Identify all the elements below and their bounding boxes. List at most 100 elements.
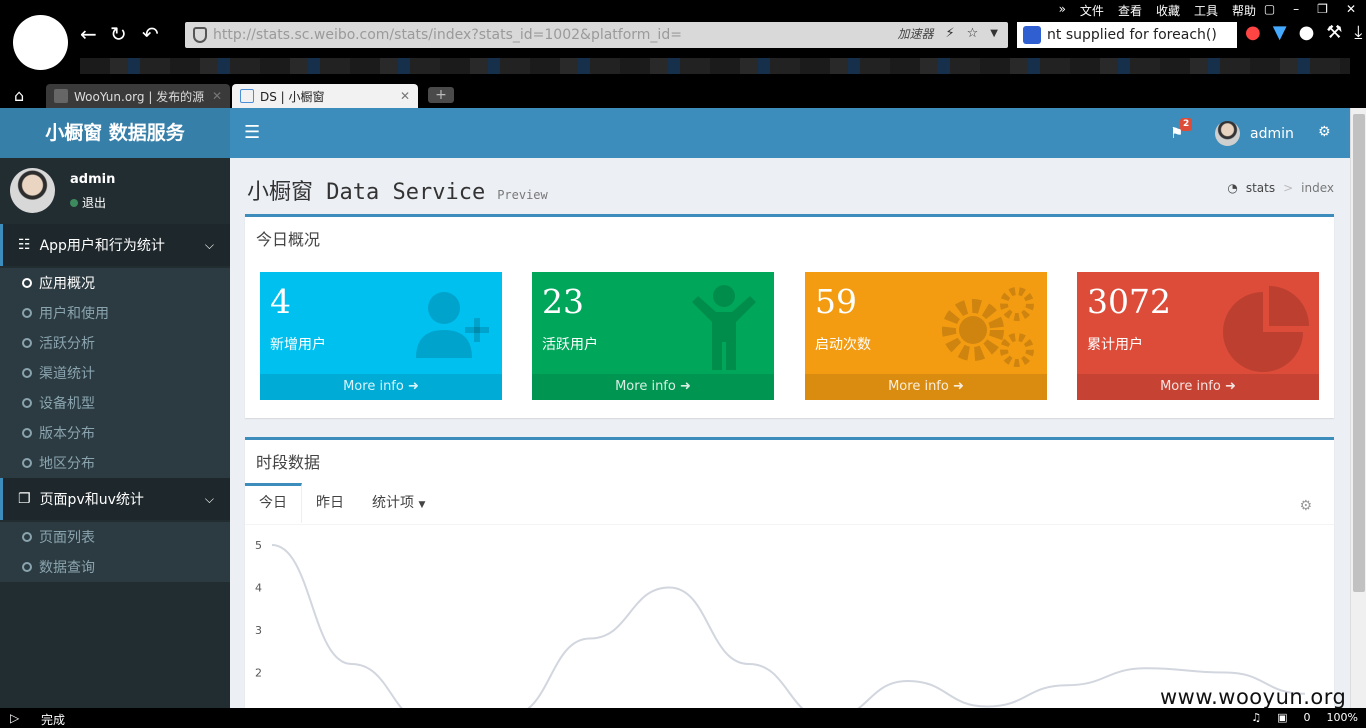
- browser-tab-active[interactable]: DS | 小橱窗 ✕: [232, 84, 418, 108]
- chart-svg: 5 4 3 2: [255, 539, 1306, 708]
- restore-icon[interactable]: ❐: [1317, 2, 1328, 16]
- sidebar-item-page-list[interactable]: 页面列表: [0, 522, 230, 552]
- sidebar-toggle-icon[interactable]: ☰: [244, 122, 260, 143]
- breadcrumb-current: index: [1301, 181, 1334, 195]
- stat-label: 新增用户: [270, 337, 326, 353]
- more-info-link[interactable]: More info ➜: [260, 374, 502, 400]
- close-icon[interactable]: ✕: [1346, 2, 1356, 16]
- sidebar: admin 退出 ☷ App用户和行为统计 ⌵ 应用概况 用户和使用 活跃分析 …: [0, 158, 230, 708]
- user-menu[interactable]: admin: [1215, 121, 1294, 146]
- status-bar-right: ♫ ▣ 0 100%: [1251, 711, 1358, 724]
- accelerator-label[interactable]: 加速器: [897, 25, 933, 42]
- sidebar-item-overview[interactable]: 应用概况: [0, 268, 230, 298]
- sidebar-section-label: 页面pv和uv统计: [39, 492, 144, 508]
- search-input-text: nt supplied for foreach(): [1047, 27, 1217, 43]
- search-engine-icon[interactable]: [1023, 26, 1041, 44]
- tools-icon[interactable]: ⚒: [1326, 22, 1342, 43]
- pie-chart-icon: [1223, 286, 1309, 372]
- menu-tools[interactable]: 工具: [1194, 2, 1218, 19]
- scrollbar-thumb[interactable]: [1353, 114, 1365, 592]
- app-logo[interactable]: 小橱窗 数据服务: [0, 108, 230, 158]
- sidebar-item-devices[interactable]: 设备机型: [0, 388, 230, 418]
- dropdown-icon[interactable]: ▼: [990, 28, 998, 39]
- sidebar-item-label: 地区分布: [39, 456, 95, 472]
- sidebar-section-page-stats[interactable]: ❐ 页面pv和uv统计 ⌵: [0, 478, 230, 520]
- sidebar-item-label: 渠道统计: [39, 366, 95, 382]
- stat-card-active-users: 23 活跃用户 More info ➜: [532, 272, 774, 400]
- more-info-link[interactable]: More info ➜: [1077, 374, 1319, 400]
- browser-avatar[interactable]: [13, 15, 68, 70]
- breadcrumb-link[interactable]: stats: [1246, 181, 1275, 195]
- sidebar-item-versions[interactable]: 版本分布: [0, 418, 230, 448]
- gears-icon: [942, 287, 1034, 367]
- sidebar-section-app-stats[interactable]: ☷ App用户和行为统计 ⌵: [0, 224, 230, 266]
- caret-down-icon: ▼: [418, 500, 426, 510]
- sidebar-item-users[interactable]: 用户和使用: [0, 298, 230, 328]
- series-line: [271, 544, 1306, 708]
- sidebar-item-channels[interactable]: 渠道统计: [0, 358, 230, 388]
- tab-yesterday[interactable]: 昨日: [302, 483, 358, 523]
- wooyun-favicon-icon: [54, 89, 68, 103]
- sidebar-item-data-query[interactable]: 数据查询: [0, 552, 230, 582]
- back-icon[interactable]: ←: [80, 22, 97, 46]
- extension-icon[interactable]: ●: [1245, 22, 1261, 43]
- chevron-down-icon: ⌵: [204, 491, 214, 506]
- sidebar-section-label: App用户和行为统计: [39, 238, 165, 254]
- gear-icon[interactable]: ⚙: [1299, 498, 1312, 514]
- window-controls: ▢ – ❐ ✕: [1264, 2, 1356, 16]
- zoom-level[interactable]: 100%: [1327, 711, 1358, 724]
- gears-icon[interactable]: ⚙: [1318, 124, 1331, 140]
- more-info-link[interactable]: More info ➜: [532, 374, 774, 400]
- menu-view[interactable]: 查看: [1118, 2, 1142, 19]
- stat-label: 累计用户: [1087, 337, 1143, 353]
- sidebar-item-activity[interactable]: 活跃分析: [0, 328, 230, 358]
- menu-help[interactable]: 帮助: [1232, 2, 1256, 19]
- menu-file[interactable]: 文件: [1080, 2, 1104, 19]
- sidebar-submenu-app-stats: 应用概况 用户和使用 活跃分析 渠道统计 设备机型 版本分布 地区分布: [0, 268, 230, 478]
- tab-metrics-dropdown[interactable]: 统计项 ▼: [358, 483, 439, 523]
- avatar: [1215, 121, 1240, 146]
- logout-link[interactable]: 退出: [70, 194, 106, 211]
- close-icon[interactable]: ✕: [400, 89, 410, 103]
- more-info-link[interactable]: More info ➜: [805, 374, 1047, 400]
- tab-metrics-label: 统计项: [372, 495, 414, 511]
- screenshot-icon[interactable]: ▣: [1277, 711, 1287, 724]
- menu-more[interactable]: »: [1059, 2, 1066, 19]
- chat-icon[interactable]: ●: [1299, 22, 1315, 43]
- circle-icon: [22, 368, 32, 378]
- new-tab-button[interactable]: +: [428, 87, 454, 103]
- page-scrollbar[interactable]: [1350, 108, 1366, 708]
- chevron-down-icon: ⌵: [204, 237, 214, 252]
- minimize-icon[interactable]: –: [1293, 2, 1299, 16]
- child-icon: [692, 285, 756, 370]
- volume-icon[interactable]: ♫: [1251, 711, 1261, 724]
- tab-today[interactable]: 今日: [245, 483, 302, 523]
- lightning-icon[interactable]: ⚡: [946, 26, 955, 41]
- period-data-box: 时段数据 今日 昨日 统计项 ▼ ⚙ 5 4 3 2: [245, 437, 1334, 708]
- status-counter: 0: [1303, 711, 1311, 724]
- menu-favorites[interactable]: 收藏: [1156, 2, 1180, 19]
- stat-value: 23: [542, 282, 584, 321]
- home-icon[interactable]: ⌂: [14, 86, 24, 105]
- undo-icon[interactable]: ↶: [142, 22, 159, 46]
- play-icon[interactable]: ▷: [10, 711, 19, 725]
- refresh-icon[interactable]: ↻: [110, 22, 127, 46]
- bookmark-bar-obscured: [80, 58, 1350, 74]
- y-tick-label: 2: [255, 667, 262, 680]
- sidebar-submenu-page-stats: 页面列表 数据查询: [0, 522, 230, 582]
- download-icon[interactable]: ⤓: [1354, 22, 1362, 43]
- files-icon: ❐: [18, 491, 31, 507]
- arrow-circle-right-icon: ➜: [1224, 379, 1236, 394]
- browser-tab[interactable]: WooYun.org | 发布的源 ✕: [46, 84, 230, 108]
- close-icon[interactable]: ✕: [212, 89, 222, 103]
- avatar: [10, 168, 55, 213]
- address-bar[interactable]: http://stats.sc.weibo.com/stats/index?st…: [185, 22, 1008, 48]
- skin-icon[interactable]: ▢: [1264, 2, 1275, 16]
- search-input[interactable]: nt supplied for foreach(): [1017, 22, 1237, 48]
- browser-tab-title: DS | 小橱窗: [260, 89, 325, 104]
- sidebar-item-regions[interactable]: 地区分布: [0, 448, 230, 478]
- star-icon[interactable]: ☆: [967, 26, 979, 41]
- extension-icon[interactable]: ▼: [1273, 22, 1287, 43]
- more-info-label: More info: [615, 379, 676, 394]
- stat-value: 59: [815, 282, 857, 321]
